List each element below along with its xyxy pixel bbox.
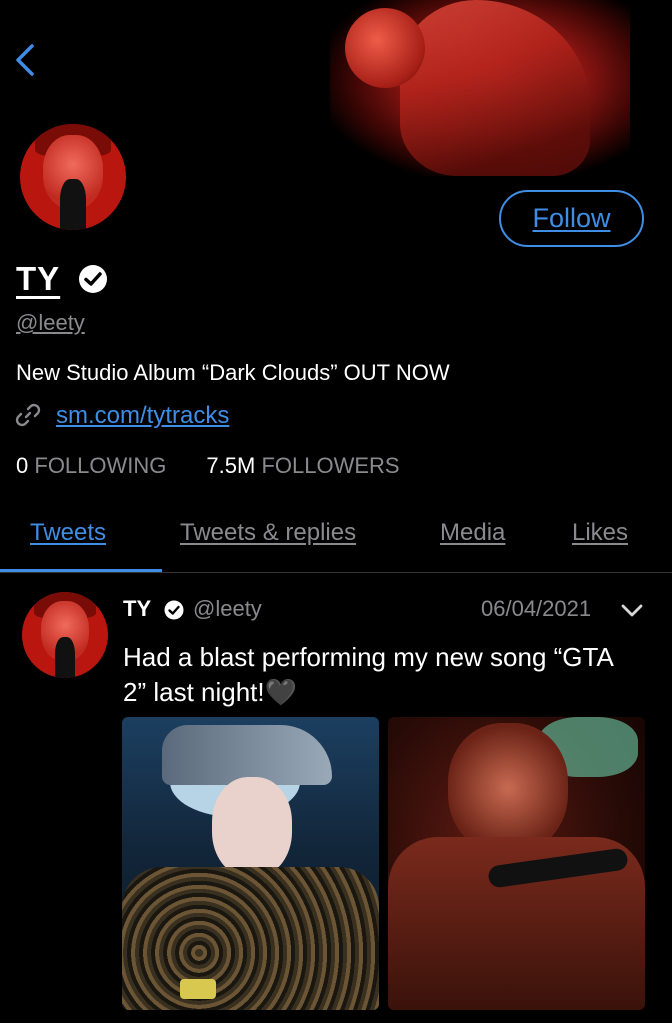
tweet-image-2[interactable] bbox=[388, 717, 645, 1010]
banner-head bbox=[345, 8, 425, 88]
chevron-down-icon[interactable] bbox=[620, 600, 644, 620]
tab-tweets[interactable]: Tweets bbox=[30, 519, 106, 547]
followers-stat[interactable]: 7.5M FOLLOWERS bbox=[206, 453, 399, 478]
tweet-author-handle: @leety bbox=[193, 596, 262, 621]
verified-badge-icon bbox=[79, 265, 107, 293]
profile-avatar[interactable] bbox=[20, 124, 126, 230]
profile-name: TY bbox=[16, 260, 61, 297]
profile-tabs: Tweets Tweets & replies Media Likes bbox=[0, 505, 672, 573]
profile-handle: @leety bbox=[16, 310, 85, 335]
followers-label: FOLLOWERS bbox=[261, 453, 400, 478]
link-icon bbox=[15, 403, 41, 427]
tweet-verified-icon bbox=[164, 600, 184, 620]
tab-tweets-replies[interactable]: Tweets & replies bbox=[180, 519, 356, 547]
followers-count: 7.5M bbox=[206, 453, 256, 478]
following-count: 0 bbox=[16, 453, 29, 478]
profile-bio: New Studio Album “Dark Clouds” OUT NOW bbox=[16, 360, 450, 385]
tweet-date: 06/04/2021 bbox=[481, 596, 592, 621]
tweet-avatar[interactable] bbox=[22, 592, 108, 678]
profile-link[interactable]: sm.com/tytracks bbox=[56, 402, 229, 430]
following-stat[interactable]: 0 FOLLOWING bbox=[16, 453, 166, 478]
tab-media[interactable]: Media bbox=[440, 519, 505, 547]
tweet-author-name: TY bbox=[123, 596, 152, 621]
profile-stats: 0 FOLLOWING 7.5M FOLLOWERS bbox=[16, 453, 400, 479]
back-icon[interactable] bbox=[12, 40, 42, 80]
follow-button[interactable]: Follow bbox=[499, 190, 644, 247]
tab-likes[interactable]: Likes bbox=[572, 519, 628, 547]
tweet-image-1[interactable] bbox=[122, 717, 379, 1010]
following-label: FOLLOWING bbox=[34, 453, 167, 478]
tab-active-indicator bbox=[0, 569, 162, 572]
tweet-text: Had a blast performing my new song “GTA … bbox=[123, 642, 613, 707]
